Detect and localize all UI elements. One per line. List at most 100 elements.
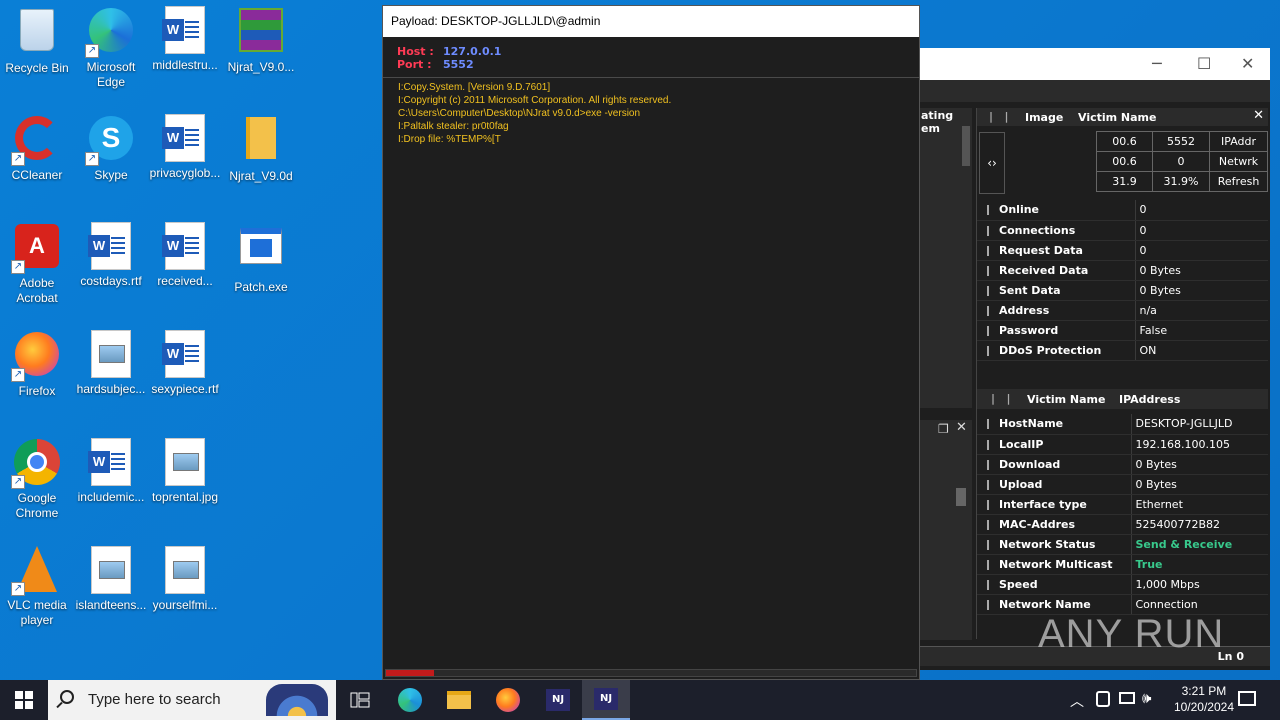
network-table: HostName DESKTOP-JGLLJLD LocalIP 192.168.10…	[977, 414, 1268, 615]
row-value: 0 Bytes	[1131, 474, 1268, 495]
header-divider-icon: | |	[989, 110, 1009, 123]
volume-icon[interactable]: 🕪	[1142, 689, 1151, 707]
desktop-icon[interactable]: Wmiddlestru...	[148, 6, 222, 73]
word-doc-icon: W	[161, 330, 209, 378]
row-key: Speed	[977, 574, 1132, 595]
taskbar-search-box[interactable]: Type here to search	[48, 680, 336, 720]
image-file-icon	[161, 438, 209, 486]
desktop-icon[interactable]: toprental.jpg	[148, 438, 222, 505]
desktop-icon-label: Njrat_V9.0d	[229, 169, 293, 183]
word-doc-icon: W	[87, 222, 135, 270]
row-key: Network Status	[977, 534, 1132, 555]
host-label: Host :	[397, 45, 434, 58]
desktop-icon[interactable]: Wincludemic...	[74, 438, 148, 505]
log-scrollbar-thumb[interactable]	[956, 488, 966, 506]
table-row: HostName DESKTOP-JGLLJLD	[977, 414, 1268, 435]
stats-row: 31.9 31.9% Refresh	[1096, 171, 1268, 192]
desktop-icon[interactable]: Recycle Bin	[0, 6, 74, 76]
stats-cell: 0	[1151, 151, 1211, 172]
desktop-icon-label: islandteens...	[75, 598, 147, 612]
taskbar-file-explorer[interactable]	[435, 680, 483, 720]
row-value: Connection	[1131, 594, 1268, 615]
panel-close-icon[interactable]: ✕	[956, 420, 967, 435]
console-line: I:Copyright (c) 2011 Microsoft Corporati…	[398, 95, 672, 106]
table-row: Request Data 0	[977, 240, 1268, 261]
word-doc-icon: W	[161, 6, 209, 54]
desktop-icon[interactable]: ↗ VLC media player	[0, 546, 74, 628]
desktop-icon-label: Microsoft Edge	[86, 60, 136, 89]
notification-icon[interactable]	[1238, 691, 1256, 706]
desktop-icon[interactable]: Njrat_V9.0d	[224, 114, 298, 184]
maximize-button[interactable]: ☐	[1197, 54, 1211, 73]
row-value: True	[1131, 554, 1268, 575]
edge-icon	[398, 688, 422, 712]
table-row: Download 0 Bytes	[977, 454, 1268, 475]
desktop-icon[interactable]: Wreceived...	[148, 222, 222, 289]
edge-icon: ↗	[85, 8, 135, 58]
shortcut-arrow-icon: ↗	[11, 582, 25, 596]
word-doc-icon: W	[161, 114, 209, 162]
row-key: Online	[977, 200, 1136, 221]
desktop-icon-label: hardsubjec...	[76, 382, 146, 396]
desktop-icon[interactable]: Njrat_V9.0...	[224, 6, 298, 75]
row-key: Network Multicast	[977, 554, 1132, 575]
desktop-icon[interactable]: yourselfmi...	[148, 546, 222, 613]
image-file-icon	[161, 546, 209, 594]
word-doc-icon: W	[161, 222, 209, 270]
table-row: Network Status Send & Receive	[977, 534, 1268, 555]
desktop-icon[interactable]: Wcostdays.rtf	[74, 222, 148, 289]
desktop-icon[interactable]: ↗ Firefox	[0, 330, 74, 399]
desktop-icon-label: Adobe Acrobat	[16, 276, 58, 305]
table-row: Interface type Ethernet	[977, 494, 1268, 515]
progress-bar	[385, 669, 917, 677]
scrollbar-thumb[interactable]	[962, 126, 970, 166]
task-view-icon	[350, 692, 370, 708]
row-value: 0	[1135, 220, 1268, 241]
row-key: Password	[977, 320, 1136, 341]
status-table: Online 0 Connections 0 Request Data 0 Received…	[977, 200, 1268, 361]
progress-fill	[386, 670, 434, 676]
desktop-icon[interactable]: hardsubjec...	[74, 330, 148, 397]
desktop-icon-label: sexypiece.rtf	[151, 382, 219, 396]
stats-cell: 00.6	[1096, 131, 1153, 152]
taskbar-firefox[interactable]	[484, 680, 532, 720]
row-key: HostName	[977, 414, 1132, 435]
minimize-button[interactable]: ─	[1152, 54, 1162, 73]
taskbar-edge[interactable]	[386, 680, 434, 720]
row-key: Download	[977, 454, 1132, 475]
close-button[interactable]: ✕	[1241, 54, 1254, 73]
task-view-button[interactable]	[336, 680, 384, 720]
desktop-icon[interactable]: Wprivacyglob...	[148, 114, 222, 181]
desktop-icon[interactable]: ↗ Google Chrome	[0, 438, 74, 521]
desktop-icon[interactable]: S ↗ Skype	[74, 114, 148, 183]
stats-row: 00.6 0 Netwrk	[1096, 151, 1268, 172]
expand-arrows-icon[interactable]: ‹›	[979, 132, 1005, 194]
shortcut-arrow-icon: ↗	[85, 152, 99, 166]
row-value: DESKTOP-JGLLJLD	[1131, 414, 1268, 435]
stats-row: 00.6 5552 IPAddr	[1096, 131, 1268, 152]
chevron-up-icon[interactable]: ︿	[1070, 691, 1084, 711]
word-doc-icon: W	[87, 438, 135, 486]
desktop-icon[interactable]: Wsexypiece.rtf	[148, 330, 222, 397]
taskbar-njrat-active[interactable]: NJ	[582, 680, 630, 720]
desktop-icon[interactable]: A ↗ Adobe Acrobat	[0, 222, 74, 306]
start-button[interactable]	[0, 680, 48, 720]
desktop-icon[interactable]: Patch.exe	[224, 222, 298, 295]
clock[interactable]: 3:21 PM 10/20/2024	[1174, 683, 1234, 715]
stats-action-cell[interactable]: Netwrk	[1209, 151, 1268, 172]
shortcut-arrow-icon: ↗	[11, 368, 25, 382]
row-key: Received Data	[977, 260, 1136, 281]
stats-action-cell[interactable]: Refresh	[1209, 171, 1268, 192]
desktop-icon[interactable]: ↗ CCleaner	[0, 114, 74, 183]
separator	[383, 77, 919, 78]
security-icon[interactable]	[1096, 691, 1110, 707]
info-panel-close-icon[interactable]: ✕	[1253, 108, 1264, 123]
stats-action-cell[interactable]: IPAddr	[1209, 131, 1268, 152]
taskbar-njrat[interactable]: NJ	[534, 680, 582, 720]
desktop-icon[interactable]: ↗ Microsoft Edge	[74, 6, 148, 90]
network-icon[interactable]	[1119, 692, 1135, 704]
desktop-icon-label: Firefox	[18, 384, 56, 398]
desktop-icon[interactable]: islandteens...	[74, 546, 148, 613]
restore-icon[interactable]: ❐	[938, 422, 949, 436]
desktop-icon-label: VLC media player	[7, 598, 67, 627]
